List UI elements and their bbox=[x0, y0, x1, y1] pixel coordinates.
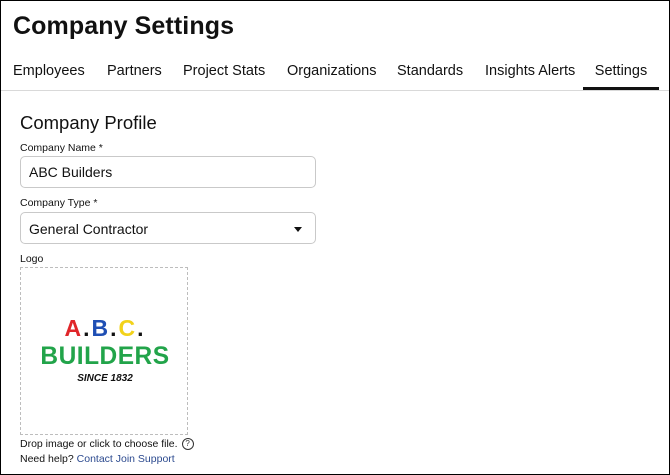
logo-dropzone[interactable]: A.B.C. BUILDERS SINCE 1832 bbox=[20, 267, 188, 435]
drop-hint: Drop image or click to choose file. ? bbox=[20, 438, 194, 450]
logo-dot-2: . bbox=[110, 315, 119, 341]
caret-down-icon bbox=[294, 227, 302, 232]
tab-organizations[interactable]: Organizations bbox=[287, 63, 376, 90]
logo-letter-c: C bbox=[118, 315, 138, 341]
tab-partners[interactable]: Partners bbox=[107, 63, 162, 90]
logo-label: Logo bbox=[20, 253, 44, 265]
logo-builders-text: BUILDERS bbox=[40, 342, 170, 370]
logo-since-text: SINCE 1832 bbox=[77, 373, 133, 384]
section-title-company-profile: Company Profile bbox=[20, 112, 157, 133]
tab-project-stats[interactable]: Project Stats bbox=[183, 63, 265, 90]
page-title: Company Settings bbox=[13, 12, 235, 40]
company-type-label: Company Type * bbox=[20, 197, 98, 209]
logo-dot-3: . bbox=[137, 315, 146, 341]
tab-insights-alerts[interactable]: Insights Alerts bbox=[485, 63, 575, 90]
logo-letter-b: B bbox=[91, 315, 111, 341]
logo-letter-a: A bbox=[64, 315, 84, 341]
company-type-select[interactable]: General Contractor bbox=[20, 212, 316, 244]
company-name-label: Company Name * bbox=[20, 142, 103, 154]
tab-settings[interactable]: Settings bbox=[583, 63, 659, 90]
help-line: Need help? Contact Join Support bbox=[20, 453, 175, 465]
company-logo: A.B.C. BUILDERS SINCE 1832 bbox=[27, 315, 183, 387]
tab-standards[interactable]: Standards bbox=[397, 63, 463, 90]
company-name-input[interactable] bbox=[20, 156, 316, 188]
contact-support-link[interactable]: Contact Join Support bbox=[77, 453, 175, 465]
drop-hint-text: Drop image or click to choose file. bbox=[20, 438, 178, 450]
tab-bar: Employees Partners Project Stats Organiz… bbox=[1, 53, 669, 91]
help-text: Need help? bbox=[20, 453, 74, 465]
tab-employees[interactable]: Employees bbox=[13, 63, 85, 90]
help-circle-icon[interactable]: ? bbox=[181, 438, 194, 450]
settings-page: Company Settings Employees Partners Proj… bbox=[0, 0, 670, 475]
logo-abc-text: A.B.C. bbox=[27, 315, 183, 341]
company-type-value: General Contractor bbox=[29, 221, 149, 237]
